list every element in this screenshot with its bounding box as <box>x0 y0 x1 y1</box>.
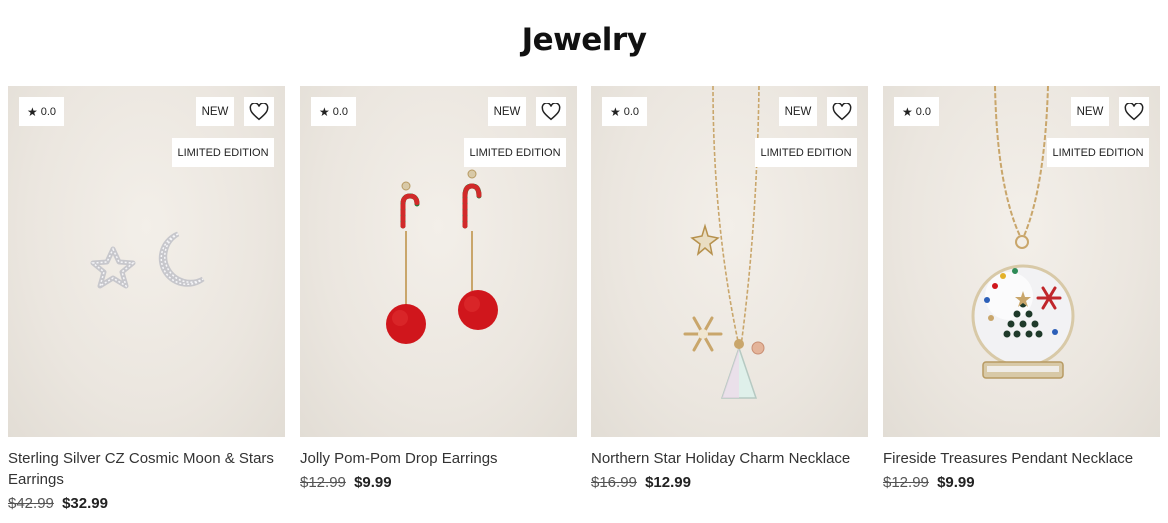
product-image[interactable]: ★ 0.0 NEW LIMITED EDITION <box>591 86 868 437</box>
star-icon: ★ <box>318 104 330 119</box>
rating-value: 0.0 <box>623 105 640 118</box>
heart-icon <box>249 102 269 120</box>
rating-badge: ★ 0.0 <box>602 97 647 126</box>
product-card[interactable]: ★ 0.0 NEW LIMITED EDITION Sterling Silve… <box>8 86 285 514</box>
wishlist-button[interactable] <box>827 97 857 126</box>
original-price: $42.99 <box>8 495 54 512</box>
page-title: Jewelry <box>521 22 647 58</box>
original-price: $16.99 <box>591 474 637 491</box>
product-grid: ★ 0.0 NEW LIMITED EDITION Sterling Silve… <box>8 86 1160 523</box>
wishlist-button[interactable] <box>1119 97 1149 126</box>
star-icon: ★ <box>26 104 38 119</box>
original-price: $12.99 <box>300 474 346 491</box>
limited-edition-badge: LIMITED EDITION <box>172 138 274 167</box>
heart-icon <box>1124 102 1144 120</box>
sale-price: $9.99 <box>354 474 392 491</box>
product-card[interactable]: ★ 0.0 NEW LIMITED EDITION Fireside Treas… <box>883 86 1160 493</box>
product-name[interactable]: Sterling Silver CZ Cosmic Moon & Stars E… <box>8 448 285 490</box>
rating-badge: ★ 0.0 <box>894 97 939 126</box>
product-name[interactable]: Jolly Pom-Pom Drop Earrings <box>300 448 577 469</box>
star-icon: ★ <box>901 104 913 119</box>
rating-badge: ★ 0.0 <box>19 97 64 126</box>
product-image[interactable]: ★ 0.0 NEW LIMITED EDITION <box>300 86 577 437</box>
limited-edition-badge: LIMITED EDITION <box>1047 138 1149 167</box>
limited-edition-badge: LIMITED EDITION <box>464 138 566 167</box>
product-image[interactable]: ★ 0.0 NEW LIMITED EDITION <box>8 86 285 437</box>
product-image[interactable]: ★ 0.0 NEW LIMITED EDITION <box>883 86 1160 437</box>
rating-badge: ★ 0.0 <box>311 97 356 126</box>
sale-price: $32.99 <box>62 495 108 512</box>
rating-value: 0.0 <box>40 105 57 118</box>
limited-edition-badge: LIMITED EDITION <box>755 138 857 167</box>
heart-icon <box>541 102 561 120</box>
star-icon: ★ <box>609 104 621 119</box>
new-badge: NEW <box>1071 97 1109 126</box>
heart-icon <box>832 102 852 120</box>
new-badge: NEW <box>779 97 817 126</box>
product-name[interactable]: Northern Star Holiday Charm Necklace <box>591 448 868 469</box>
product-card[interactable]: ★ 0.0 NEW LIMITED EDITION Jolly Pom-Pom … <box>300 86 577 493</box>
new-badge: NEW <box>196 97 234 126</box>
product-price: $42.99 $32.99 <box>8 493 285 514</box>
original-price: $12.99 <box>883 474 929 491</box>
sale-price: $12.99 <box>645 474 691 491</box>
product-card[interactable]: ★ 0.0 NEW LIMITED EDITION Northern Star … <box>591 86 868 493</box>
rating-value: 0.0 <box>332 105 349 118</box>
new-badge: NEW <box>488 97 526 126</box>
product-price: $16.99 $12.99 <box>591 472 868 493</box>
rating-value: 0.0 <box>915 105 932 118</box>
product-price: $12.99 $9.99 <box>300 472 577 493</box>
wishlist-button[interactable] <box>536 97 566 126</box>
product-name[interactable]: Fireside Treasures Pendant Necklace <box>883 448 1160 469</box>
product-price: $12.99 $9.99 <box>883 472 1160 493</box>
wishlist-button[interactable] <box>244 97 274 126</box>
sale-price: $9.99 <box>937 474 975 491</box>
